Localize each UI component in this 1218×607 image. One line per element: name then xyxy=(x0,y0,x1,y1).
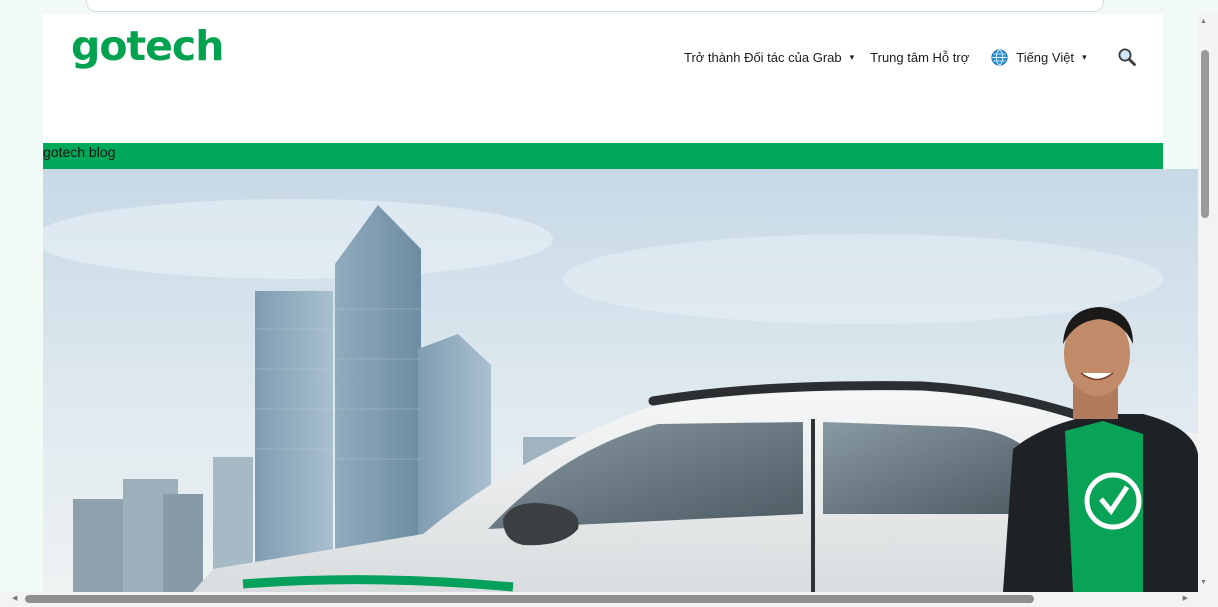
scroll-up-icon[interactable]: ▲ xyxy=(1200,18,1207,25)
scroll-down-icon[interactable]: ▼ xyxy=(1200,579,1207,586)
nav-partner-label: Trở thành Đối tác của Grab xyxy=(684,49,842,65)
nav-support-label: Trung tâm Hỗ trợ xyxy=(870,49,970,65)
search-icon xyxy=(1117,47,1137,67)
language-selector[interactable]: Tiếng Việt ▾ xyxy=(991,48,1087,66)
chevron-down-icon: ▾ xyxy=(849,51,855,62)
horizontal-scroll-thumb[interactable] xyxy=(25,595,1034,603)
scroll-right-icon[interactable]: ▶ xyxy=(1183,594,1188,602)
blog-banner: gotech blog xyxy=(43,143,1163,169)
main-nav: Trở thành Đối tác của Grab ▾ Trung tâm H… xyxy=(684,47,1137,67)
nav-partner-dropdown[interactable]: Trở thành Đối tác của Grab ▾ xyxy=(684,50,854,65)
search-button[interactable] xyxy=(1117,47,1137,67)
blog-title: gotech blog xyxy=(43,144,116,160)
site-header: gotech Trở thành Đối tác của Grab ▾ Trun… xyxy=(43,14,1163,143)
vertical-scroll-thumb[interactable] xyxy=(1201,50,1209,218)
scroll-left-icon[interactable]: ◀ xyxy=(12,594,17,602)
horizontal-scrollbar[interactable]: ◀ ▶ xyxy=(0,592,1218,607)
gotech-logo[interactable]: gotech xyxy=(71,22,224,70)
chevron-down-icon: ▾ xyxy=(1082,51,1087,62)
browser-top-strip xyxy=(86,0,1104,12)
hero-image xyxy=(43,169,1198,592)
vertical-scrollbar[interactable]: ▲ ▼ xyxy=(1198,14,1218,592)
nav-support-link[interactable]: Trung tâm Hỗ trợ xyxy=(870,50,969,65)
globe-icon xyxy=(991,48,1008,66)
language-label: Tiếng Việt xyxy=(1016,49,1075,65)
